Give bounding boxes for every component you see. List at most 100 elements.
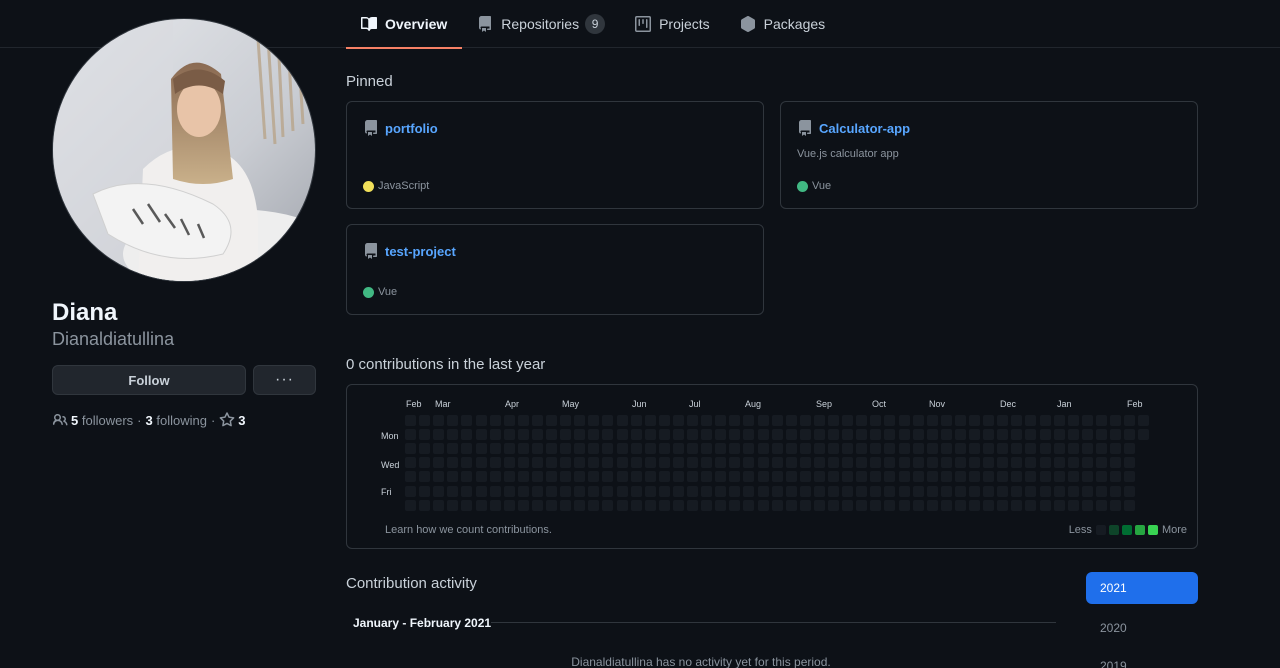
contribution-day-cell[interactable] (771, 485, 783, 497)
contribution-day-cell[interactable] (1025, 471, 1037, 483)
contribution-day-cell[interactable] (489, 415, 501, 426)
contribution-day-cell[interactable] (813, 429, 825, 441)
contribution-day-cell[interactable] (870, 485, 882, 497)
contribution-day-cell[interactable] (1095, 485, 1107, 497)
contribution-day-cell[interactable] (433, 485, 445, 497)
contribution-day-cell[interactable] (785, 457, 797, 469)
contribution-day-cell[interactable] (983, 415, 995, 426)
contribution-day-cell[interactable] (1095, 457, 1107, 469)
contribution-day-cell[interactable] (870, 443, 882, 455)
contribution-day-cell[interactable] (503, 415, 515, 426)
contribution-day-cell[interactable] (898, 457, 910, 469)
contribution-day-cell[interactable] (1095, 471, 1107, 483)
contribution-day-cell[interactable] (828, 485, 839, 497)
contribution-day-cell[interactable] (1039, 429, 1051, 441)
contribution-day-cell[interactable] (729, 415, 741, 426)
contribution-day-cell[interactable] (419, 499, 431, 511)
contribution-day-cell[interactable] (1067, 429, 1079, 441)
contribution-day-cell[interactable] (1067, 499, 1079, 511)
contribution-day-cell[interactable] (1025, 457, 1037, 469)
contribution-day-cell[interactable] (997, 429, 1009, 441)
contribution-day-cell[interactable] (701, 429, 713, 441)
contribution-day-cell[interactable] (419, 415, 431, 426)
year-link-2021[interactable]: 2021 (1086, 572, 1198, 604)
contribution-day-cell[interactable] (574, 429, 586, 441)
contribution-day-cell[interactable] (799, 485, 811, 497)
contribution-day-cell[interactable] (715, 443, 727, 455)
contribution-day-cell[interactable] (560, 471, 572, 483)
contribution-day-cell[interactable] (672, 499, 684, 511)
contribution-day-cell[interactable] (503, 471, 515, 483)
contribution-day-cell[interactable] (602, 429, 614, 441)
contribution-day-cell[interactable] (743, 457, 755, 469)
contribution-day-cell[interactable] (842, 429, 854, 441)
contribution-day-cell[interactable] (630, 457, 642, 469)
contribution-day-cell[interactable] (856, 485, 868, 497)
contribution-day-cell[interactable] (842, 499, 854, 511)
contribution-day-cell[interactable] (743, 471, 755, 483)
tab-projects[interactable]: Projects (620, 0, 725, 48)
contribution-day-cell[interactable] (757, 415, 769, 426)
contribution-day-cell[interactable] (701, 443, 713, 455)
contribution-day-cell[interactable] (574, 499, 586, 511)
contribution-day-cell[interactable] (1138, 415, 1150, 426)
contribution-day-cell[interactable] (757, 471, 769, 483)
contribution-day-cell[interactable] (1095, 499, 1107, 511)
contribution-day-cell[interactable] (701, 499, 713, 511)
contribution-day-cell[interactable] (560, 443, 572, 455)
contribution-day-cell[interactable] (644, 429, 656, 441)
contribution-day-cell[interactable] (954, 457, 966, 469)
contribution-day-cell[interactable] (517, 415, 529, 426)
contribution-day-cell[interactable] (1053, 443, 1065, 455)
contribution-day-cell[interactable] (785, 471, 797, 483)
contribution-day-cell[interactable] (743, 499, 755, 511)
contribution-day-cell[interactable] (419, 471, 431, 483)
contribution-day-cell[interactable] (1039, 485, 1051, 497)
contribution-day-cell[interactable] (940, 485, 952, 497)
contribution-day-cell[interactable] (856, 415, 868, 426)
contribution-day-cell[interactable] (715, 471, 727, 483)
contribution-day-cell[interactable] (503, 499, 515, 511)
contribution-day-cell[interactable] (969, 485, 980, 497)
contribution-day-cell[interactable] (687, 471, 698, 483)
contribution-day-cell[interactable] (729, 443, 741, 455)
contribution-day-cell[interactable] (954, 471, 966, 483)
tab-overview[interactable]: Overview (346, 0, 463, 49)
contribution-day-cell[interactable] (1124, 443, 1136, 455)
contribution-day-cell[interactable] (517, 471, 529, 483)
contribution-day-cell[interactable] (630, 443, 642, 455)
contribution-day-cell[interactable] (489, 499, 501, 511)
contribution-day-cell[interactable] (517, 499, 529, 511)
learn-contributions-link[interactable]: Learn how we count contributions. (385, 524, 552, 536)
contribution-day-cell[interactable] (1025, 443, 1037, 455)
contribution-day-cell[interactable] (503, 429, 515, 441)
contribution-day-cell[interactable] (546, 415, 557, 426)
contribution-day-cell[interactable] (954, 415, 966, 426)
contribution-day-cell[interactable] (588, 485, 600, 497)
contribution-day-cell[interactable] (954, 443, 966, 455)
contribution-day-cell[interactable] (940, 415, 952, 426)
contribution-day-cell[interactable] (799, 443, 811, 455)
pinned-repo-link-test-project[interactable]: test-project (385, 244, 456, 259)
contribution-day-cell[interactable] (898, 443, 910, 455)
contribution-day-cell[interactable] (489, 457, 501, 469)
contribution-day-cell[interactable] (1081, 443, 1093, 455)
contribution-day-cell[interactable] (574, 485, 586, 497)
contribution-day-cell[interactable] (870, 415, 882, 426)
contribution-day-cell[interactable] (574, 443, 586, 455)
contribution-day-cell[interactable] (1138, 429, 1150, 441)
contribution-day-cell[interactable] (574, 471, 586, 483)
contribution-day-cell[interactable] (433, 415, 445, 426)
contribution-day-cell[interactable] (687, 429, 698, 441)
pinned-repo-link-portfolio[interactable]: portfolio (385, 121, 438, 136)
contribution-day-cell[interactable] (489, 443, 501, 455)
contribution-day-cell[interactable] (602, 499, 614, 511)
contribution-day-cell[interactable] (912, 429, 924, 441)
contribution-day-cell[interactable] (1110, 415, 1121, 426)
contribution-day-cell[interactable] (644, 415, 656, 426)
contribution-day-cell[interactable] (799, 429, 811, 441)
contribution-day-cell[interactable] (757, 457, 769, 469)
contribution-day-cell[interactable] (715, 499, 727, 511)
contribution-day-cell[interactable] (602, 485, 614, 497)
contribution-day-cell[interactable] (644, 457, 656, 469)
